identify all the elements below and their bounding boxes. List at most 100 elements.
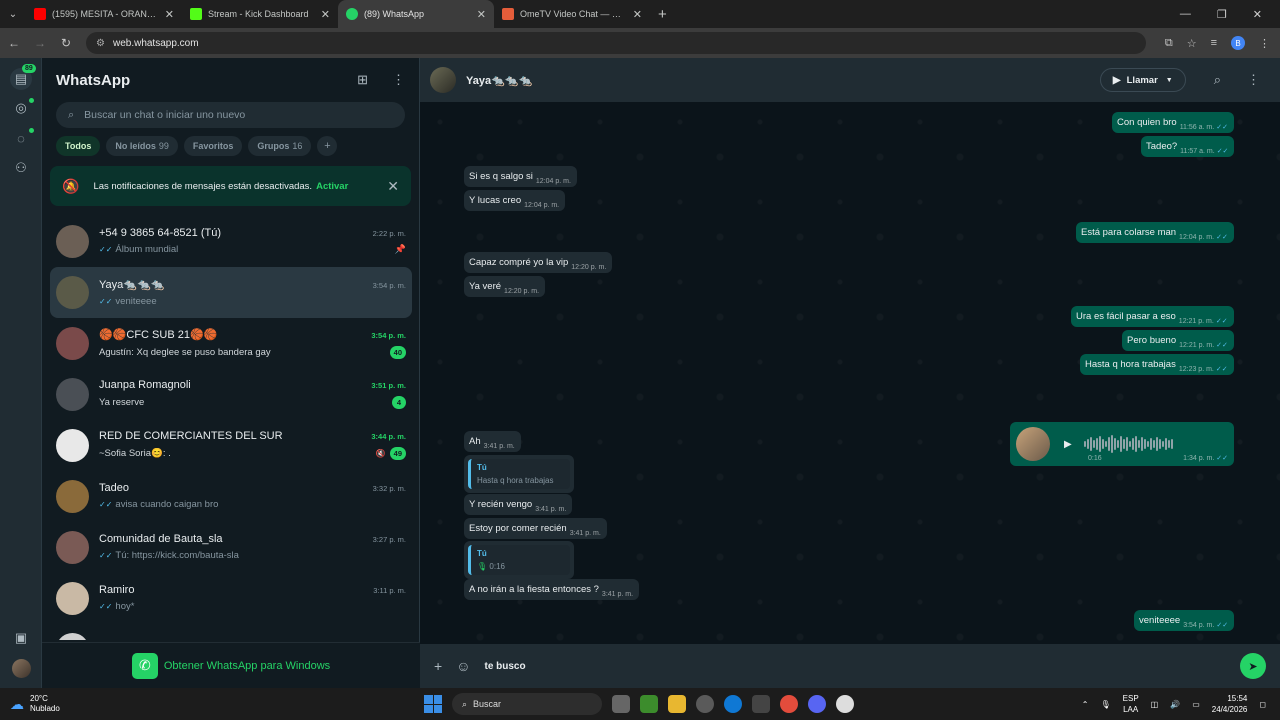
send-icon[interactable]: ➤ (1240, 653, 1266, 679)
voice-waveform[interactable] (1083, 434, 1173, 454)
bookmark-star-icon[interactable]: ☆ (1187, 37, 1197, 50)
tab-search-icon[interactable]: ⌄ (0, 0, 26, 28)
call-button[interactable]: ▶ Llamar ▼ (1099, 68, 1186, 92)
incoming-message[interactable]: Si es q salgo si 12:04 p. m. (464, 166, 577, 187)
message-time: 12:04 p. m. (1179, 234, 1215, 241)
media-controls-icon[interactable]: ≡ (1211, 37, 1217, 49)
menu-icon[interactable]: ⋮ (1247, 72, 1260, 88)
store-icon[interactable] (752, 695, 770, 713)
taskbar-search[interactable]: ⌕ Buscar (452, 693, 602, 715)
incoming-message[interactable]: Estoy por comer recién 3:41 p. m. (464, 518, 607, 539)
clock[interactable]: 15:54 24/4/2026 (1212, 693, 1248, 715)
reply-bubble[interactable]: Tú 🎙 0:16 (464, 541, 574, 579)
notifications-icon[interactable]: ◻ (1259, 700, 1266, 709)
sticker-icon[interactable]: ☺ (456, 658, 470, 674)
task-view-icon[interactable] (612, 695, 630, 713)
outgoing-message[interactable]: veniteeee 3:54 p. m. ✓✓ (1134, 610, 1235, 631)
browser-tab[interactable]: (1595) MESITA - ORANGUTÁN ✕ (26, 0, 182, 28)
microphone-icon[interactable]: 🎙 (1101, 700, 1111, 709)
chevron-up-icon[interactable]: ⌃ (1082, 700, 1089, 709)
incoming-message[interactable]: Y lucas creo 12:04 p. m. (464, 190, 566, 211)
outgoing-message[interactable]: Tadeo? 11:57 a. m. ✓✓ (1141, 136, 1235, 157)
outgoing-message[interactable]: Con quien bro 11:56 a. m. ✓✓ (1112, 112, 1234, 133)
chip-favoritos[interactable]: Favoritos (183, 136, 243, 156)
close-tab-icon[interactable]: ✕ (477, 8, 486, 21)
close-window-icon[interactable]: ✕ (1253, 8, 1262, 21)
chip-grupos[interactable]: Grupos 16 (248, 136, 312, 156)
search-input[interactable]: ⌕ Buscar un chat o iniciar uno nuevo (56, 102, 405, 128)
reply-bubble[interactable]: Tú Hasta q hora trabajas (464, 455, 574, 493)
chip-todos[interactable]: Todos (56, 136, 101, 156)
chat-list-item[interactable]: FÚTBOL LOS MARTES ⚽ 3:06 p. m. (42, 624, 420, 640)
site-info-icon[interactable]: ⚙ (96, 38, 105, 49)
chat-list-item[interactable]: Yaya🐀🐀🐀 3:54 p. m. ✓✓ veniteeee (50, 267, 412, 318)
activate-link[interactable]: Activar (316, 181, 348, 192)
edge-icon[interactable] (724, 695, 742, 713)
discord-icon[interactable] (808, 695, 826, 713)
url-field[interactable]: ⚙ web.whatsapp.com (86, 32, 1146, 54)
chat-list-item[interactable]: +54 9 3865 64-8521 (Tú) 2:22 p. m. ✓✓ Ál… (42, 216, 420, 267)
back-icon[interactable]: ← (2, 36, 26, 50)
install-app-icon[interactable]: ⧉ (1165, 37, 1173, 50)
wifi-icon[interactable]: ◫ (1151, 700, 1159, 709)
new-chat-icon[interactable]: ⊞ (357, 72, 368, 88)
weather-widget[interactable]: ☁ 20°C Nublado (0, 694, 200, 714)
chat-list-item[interactable]: 🏀🏀CFC SUB 21🏀🏀 3:54 p. m. Agustín: Xq de… (42, 318, 420, 369)
incoming-message[interactable]: A no irán a la fiesta entonces ? 3:41 p.… (464, 579, 640, 600)
incoming-message[interactable]: Ah 3:41 p. m. (464, 431, 521, 452)
close-tab-icon[interactable]: ✕ (321, 8, 330, 21)
outgoing-message[interactable]: Está para colarse man 12:04 p. m. ✓✓ (1076, 222, 1234, 243)
quoted-message[interactable]: Tú 🎙 0:16 (468, 545, 570, 575)
outgoing-message[interactable]: Pero bueno 12:21 p. m. ✓✓ (1122, 330, 1234, 351)
chrome-icon[interactable] (780, 695, 798, 713)
new-tab-icon[interactable]: + (658, 6, 667, 23)
browser-tab-active[interactable]: (89) WhatsApp ✕ (338, 0, 494, 28)
play-icon[interactable]: ▶ (1064, 439, 1072, 450)
communities-icon[interactable]: ⚇ (11, 158, 31, 178)
close-icon[interactable]: ✕ (387, 178, 399, 195)
restore-icon[interactable]: ❐ (1217, 8, 1227, 21)
file-explorer-icon[interactable] (668, 695, 686, 713)
incoming-message[interactable]: Capaz compré yo la vip 12:20 p. m. (464, 252, 613, 273)
my-profile-avatar[interactable] (12, 659, 31, 678)
chip-no-leidos[interactable]: No leídos 99 (106, 136, 178, 156)
contact-avatar[interactable] (430, 67, 456, 93)
chat-time: 2:22 p. m. (372, 229, 406, 238)
app-icon[interactable] (836, 695, 854, 713)
browser-tab[interactable]: OmeTV Video Chat — Omegle ✕ (494, 0, 650, 28)
attach-plus-icon[interactable]: + (434, 658, 442, 674)
battery-icon[interactable]: ▭ (1192, 700, 1200, 709)
chat-list-item[interactable]: Tadeo 3:32 p. m. ✓✓ avisa cuando caigan … (42, 471, 420, 522)
windows-start-icon[interactable] (424, 695, 442, 713)
close-tab-icon[interactable]: ✕ (633, 8, 642, 21)
obs-icon[interactable] (696, 695, 714, 713)
outgoing-message[interactable]: Ura es fácil pasar a eso 12:21 p. m. ✓✓ (1071, 306, 1234, 327)
message-input[interactable]: te busco (484, 661, 1240, 672)
incoming-message[interactable]: Ya veré 12:20 p. m. (464, 276, 546, 297)
quoted-message[interactable]: Tú Hasta q hora trabajas (468, 459, 570, 489)
volume-icon[interactable]: 🔊 (1170, 700, 1180, 709)
channels-icon[interactable]: ◌ (11, 128, 31, 148)
minimize-icon[interactable]: — (1180, 8, 1191, 21)
outgoing-message[interactable]: Hasta q hora trabajas 12:23 p. m. ✓✓ (1080, 354, 1234, 375)
chat-list-item[interactable]: Ramiro 3:11 p. m. ✓✓ hoy* (42, 573, 420, 624)
media-icon[interactable]: ▣ (11, 628, 31, 648)
browser-tab[interactable]: Stream - Kick Dashboard ✕ (182, 0, 338, 28)
forward-icon[interactable]: → (28, 36, 52, 50)
chat-list-item[interactable]: Juanpa Romagnoli 3:51 p. m. Ya reserve 4 (42, 369, 420, 420)
incoming-message[interactable]: Y recién vengo 3:41 p. m. (464, 494, 573, 515)
chat-list-item[interactable]: RED DE COMERCIANTES DEL SUR 3:44 p. m. ~… (42, 420, 420, 471)
get-app-banner[interactable]: ✆ Obtener WhatsApp para Windows (42, 642, 420, 688)
contact-name[interactable]: Yaya🐀🐀🐀 (466, 74, 532, 87)
search-icon[interactable]: ⌕ (1214, 72, 1221, 88)
status-icon[interactable]: ◎ (11, 98, 31, 118)
profile-avatar[interactable]: B (1231, 36, 1245, 50)
language-indicator[interactable]: ESP LAA (1123, 693, 1139, 715)
reload-icon[interactable]: ↻ (54, 36, 78, 50)
chat-list-item[interactable]: Comunidad de Bauta_sla 3:27 p. m. ✓✓ Tú:… (42, 522, 420, 573)
browser-menu-icon[interactable]: ⋮ (1259, 37, 1270, 50)
add-filter-icon[interactable]: + (317, 136, 338, 156)
minecraft-icon[interactable] (640, 695, 658, 713)
close-tab-icon[interactable]: ✕ (165, 8, 174, 21)
menu-icon[interactable]: ⋮ (392, 72, 405, 88)
